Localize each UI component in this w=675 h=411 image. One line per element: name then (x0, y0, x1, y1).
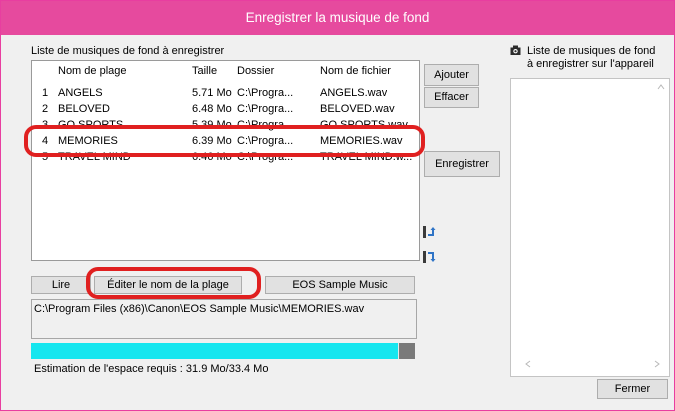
scroll-up-icon[interactable] (656, 82, 666, 92)
device-music-list[interactable] (510, 78, 670, 377)
file-path-display: C:\Program Files (x86)\Canon\EOS Sample … (31, 299, 417, 339)
track-file: BELOVED.wav (320, 103, 395, 115)
track-name: ANGELS (58, 87, 103, 99)
music-list[interactable]: Nom de plage Taille Dossier Nom de fichi… (31, 60, 420, 261)
register-button[interactable]: Enregistrer (424, 151, 500, 177)
device-list-subtitle: à enregistrer sur l'appareil (527, 58, 654, 70)
device-list-title: Liste de musiques de fond (527, 45, 656, 57)
column-size[interactable]: Taille (192, 61, 217, 82)
track-file: ANGELS.wav (320, 87, 388, 99)
dialog-window: Enregistrer la musique de fond Liste de … (0, 0, 675, 411)
column-track-name[interactable]: Nom de plage (58, 61, 127, 82)
highlight-selected-row (24, 125, 425, 157)
progress-end-marker (399, 343, 415, 359)
window-title: Enregistrer la musique de fond (245, 10, 430, 25)
column-folder[interactable]: Dossier (237, 61, 274, 82)
track-name: BELOVED (58, 103, 110, 115)
scroll-right-icon[interactable] (652, 359, 662, 369)
camera-icon (510, 45, 521, 55)
list-item[interactable]: 2 BELOVED 6.48 Mo C:\Progra... BELOVED.w… (32, 101, 418, 117)
title-bar: Enregistrer la musique de fond (1, 1, 674, 35)
track-number: 2 (42, 103, 49, 115)
space-progress-bar (31, 343, 415, 359)
file-path-text: C:\Program Files (x86)\Canon\EOS Sample … (34, 303, 365, 315)
move-down-icon[interactable] (422, 250, 436, 264)
remove-button[interactable]: Effacer (424, 87, 479, 108)
track-folder: C:\Progra... (237, 87, 294, 99)
track-size: 5.71 Mo (192, 87, 232, 99)
move-up-icon[interactable] (422, 225, 436, 239)
track-size: 6.48 Mo (192, 103, 232, 115)
scroll-left-icon[interactable] (523, 359, 533, 369)
list-item[interactable]: 1 ANGELS 5.71 Mo C:\Progra... ANGELS.wav (32, 85, 418, 101)
track-number: 1 (42, 87, 49, 99)
eos-sample-music-button[interactable]: EOS Sample Music (265, 276, 415, 294)
highlight-edit-button (86, 267, 261, 299)
track-folder: C:\Progra... (237, 103, 294, 115)
close-button[interactable]: Fermer (597, 379, 668, 399)
add-button[interactable]: Ajouter (424, 64, 479, 86)
progress-fill (31, 343, 398, 359)
music-list-title: Liste de musiques de fond à enregistrer (31, 45, 225, 57)
space-estimate-label: Estimation de l'espace requis : 31.9 Mo/… (34, 363, 269, 375)
play-button[interactable]: Lire (31, 276, 91, 294)
column-file-name[interactable]: Nom de fichier (320, 61, 391, 82)
